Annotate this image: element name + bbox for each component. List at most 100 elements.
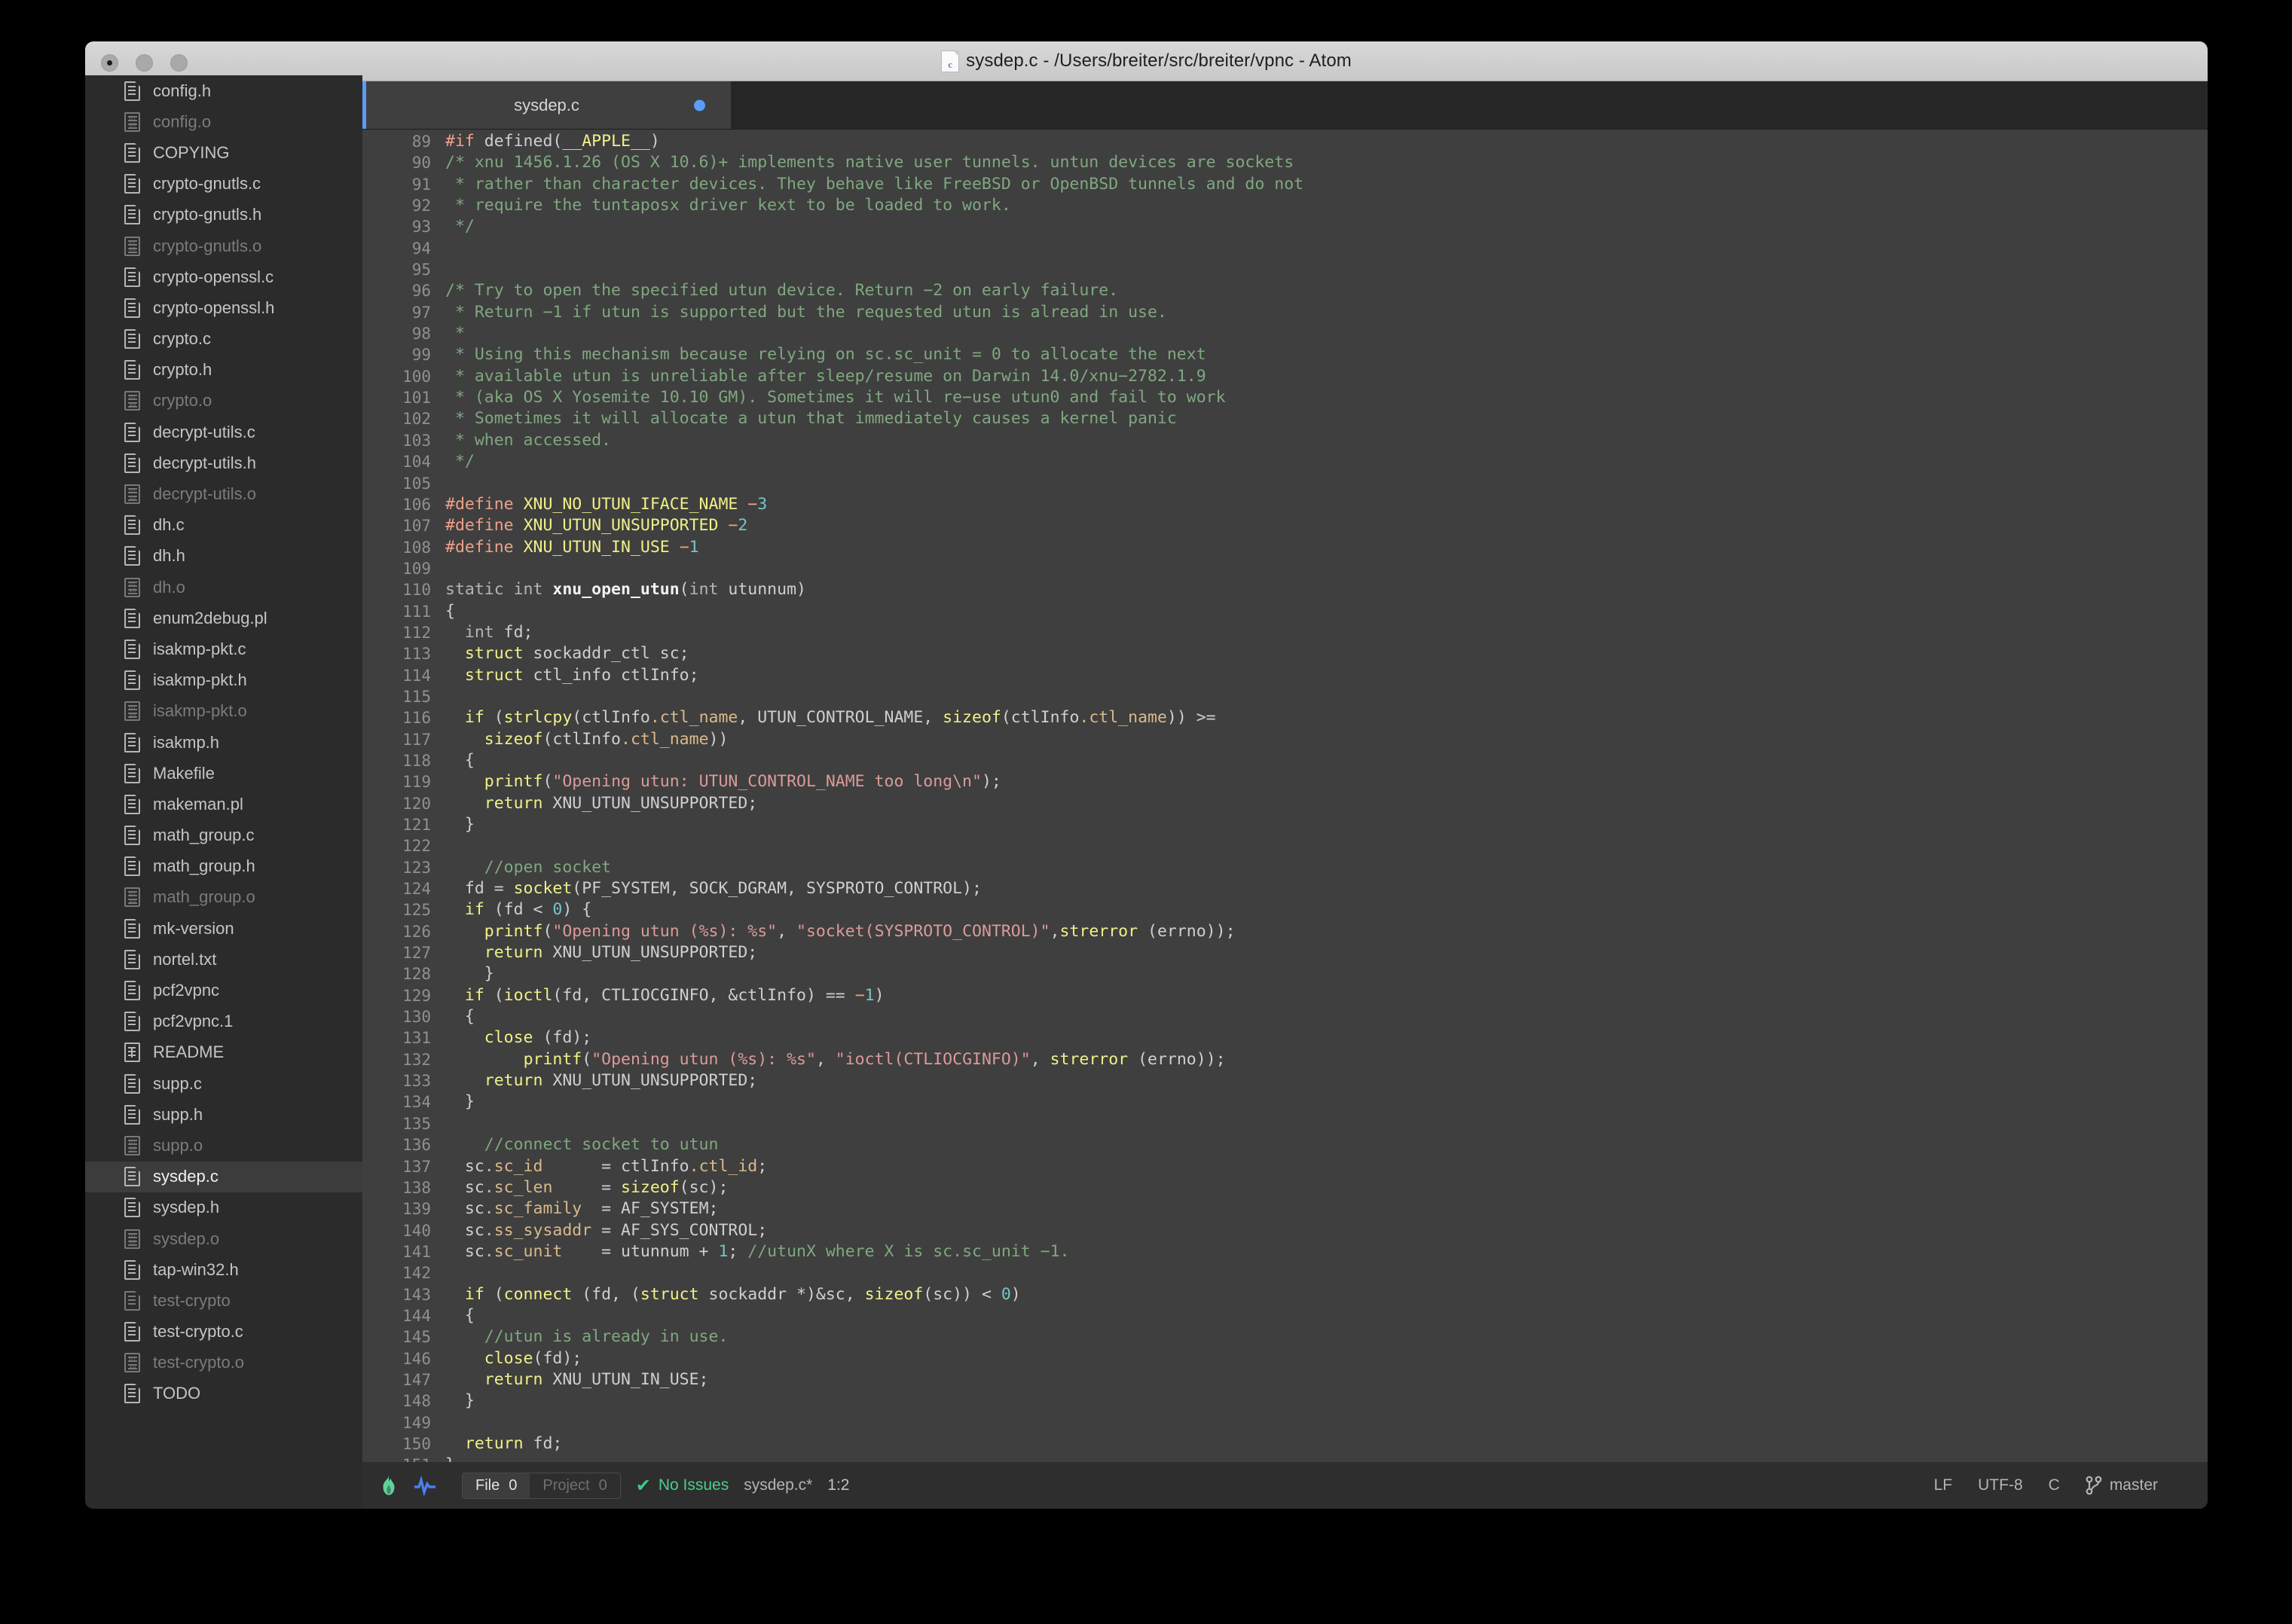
file-scope-button[interactable]: File 0	[463, 1473, 530, 1498]
tree-item-dh-c[interactable]: dh.c	[85, 510, 362, 541]
code-content[interactable]: fd = socket(PF_SYSTEM, SOCK_DGRAM, SYSPR…	[445, 878, 982, 899]
tree-item-dh-h[interactable]: dh.h	[85, 541, 362, 572]
code-content[interactable]: * when accessed.	[445, 430, 611, 451]
code-content[interactable]: }	[445, 814, 475, 835]
tree-item-math-group-h[interactable]: math_group.h	[85, 851, 362, 882]
pulse-icon[interactable]	[414, 1475, 436, 1496]
code-content[interactable]: }	[445, 1390, 475, 1412]
tree-item-todo[interactable]: TODO	[85, 1378, 362, 1409]
code-content[interactable]: return XNU_UTUN_UNSUPPORTED;	[445, 793, 757, 814]
project-file-tree[interactable]: config.h config.o COPYING crypto-gnutls.c cr…	[85, 75, 362, 1509]
git-branch-indicator[interactable]: master	[2086, 1475, 2158, 1496]
flame-icon[interactable]	[379, 1474, 399, 1497]
tree-item-supp-h[interactable]: supp.h	[85, 1099, 362, 1130]
code-content[interactable]: * Return −1 if utun is supported but the…	[445, 302, 1167, 323]
code-content[interactable]: close (fd);	[445, 1027, 591, 1049]
code-content[interactable]: struct ctl_info ctlInfo;	[445, 665, 699, 686]
tree-item-test-crypto[interactable]: test-crypto	[85, 1285, 362, 1316]
code-content[interactable]: * Using this mechanism because relying o…	[445, 344, 1206, 365]
code-content[interactable]: {	[445, 601, 455, 622]
code-content[interactable]: //open socket	[445, 857, 611, 878]
close-button[interactable]	[101, 54, 118, 72]
code-content[interactable]: sc.sc_id = ctlInfo.ctl_id;	[445, 1156, 767, 1177]
tree-item-supp-c[interactable]: supp.c	[85, 1068, 362, 1099]
tree-item-tap-win32-h[interactable]: tap-win32.h	[85, 1254, 362, 1285]
code-content[interactable]: *	[445, 323, 465, 344]
line-ending-selector[interactable]: LF	[1934, 1476, 1953, 1494]
tree-item-test-crypto-c[interactable]: test-crypto.c	[85, 1317, 362, 1348]
code-editor[interactable]: 89 #if defined(__APPLE__) 90/* xnu 1456.1.…	[362, 130, 2208, 1509]
tree-item-enum2debug-pl[interactable]: enum2debug.pl	[85, 603, 362, 633]
code-content[interactable]: * Sometimes it will allocate a utun that…	[445, 408, 1177, 429]
code-content[interactable]: {	[445, 750, 475, 771]
code-content[interactable]: * (aka OS X Yosemite 10.10 GM). Sometime…	[445, 387, 1226, 408]
code-content[interactable]: return XNU_UTUN_UNSUPPORTED;	[445, 1070, 757, 1091]
code-content[interactable]: if (fd < 0) {	[445, 899, 591, 920]
code-content[interactable]: int fd;	[445, 622, 533, 643]
code-content[interactable]: return XNU_UTUN_IN_USE;	[445, 1369, 709, 1390]
code-content[interactable]: printf("Opening utun (%s): %s", "socket(…	[445, 921, 1236, 942]
code-content[interactable]: #define XNU_UTUN_IN_USE −1	[445, 537, 699, 558]
tree-item-math-group-o[interactable]: math_group.o	[85, 882, 362, 913]
code-content[interactable]: sc.sc_unit = utunnum + 1; //utunX where …	[445, 1241, 1070, 1262]
tree-item-crypto-o[interactable]: crypto.o	[85, 386, 362, 417]
zoom-button[interactable]	[170, 54, 188, 72]
code-content[interactable]: if (ioctl(fd, CTLIOCGINFO, &ctlInfo) == …	[445, 985, 885, 1006]
tree-item-test-crypto-o[interactable]: test-crypto.o	[85, 1348, 362, 1378]
code-content[interactable]: /* xnu 1456.1.26 (OS X 10.6)+ implements…	[445, 152, 1294, 173]
code-content[interactable]: sc.sc_len = sizeof(sc);	[445, 1177, 729, 1198]
code-content[interactable]: /* Try to open the specified utun device…	[445, 280, 1118, 301]
code-content[interactable]: }	[445, 1091, 475, 1113]
code-content[interactable]: //connect socket to utun	[445, 1134, 719, 1155]
tree-item-sysdep-c[interactable]: sysdep.c	[85, 1161, 362, 1192]
cursor-position[interactable]: 1:2	[827, 1476, 849, 1494]
code-content[interactable]: #if defined(__APPLE__)	[445, 131, 660, 152]
code-content[interactable]: sc.ss_sysaddr = AF_SYS_CONTROL;	[445, 1220, 767, 1241]
tree-item-isakmp-h[interactable]: isakmp.h	[85, 727, 362, 758]
tab-sysdep-c[interactable]: sysdep.c	[362, 81, 731, 129]
tree-item-decrypt-utils-h[interactable]: decrypt-utils.h	[85, 447, 362, 478]
tab-modified-indicator[interactable]	[694, 99, 705, 111]
tree-item-crypto-c[interactable]: crypto.c	[85, 324, 362, 355]
tree-item-config-o[interactable]: config.o	[85, 106, 362, 137]
code-content[interactable]: return XNU_UTUN_UNSUPPORTED;	[445, 942, 757, 963]
code-content[interactable]: static int xnu_open_utun(int utunnum)	[445, 579, 806, 600]
code-content[interactable]: struct sockaddr_ctl sc;	[445, 643, 689, 664]
tree-item-crypto-openssl-c[interactable]: crypto-openssl.c	[85, 261, 362, 292]
tree-item-isakmp-pkt-c[interactable]: isakmp-pkt.c	[85, 633, 362, 664]
tree-item-decrypt-utils-o[interactable]: decrypt-utils.o	[85, 478, 362, 509]
code-content[interactable]: if (strlcpy(ctlInfo.ctl_name, UTUN_CONTR…	[445, 707, 1216, 728]
code-content[interactable]: * require the tuntaposx driver kext to b…	[445, 195, 1011, 216]
tree-item-crypto-openssl-h[interactable]: crypto-openssl.h	[85, 292, 362, 323]
code-content[interactable]: printf("Opening utun: UTUN_CONTROL_NAME …	[445, 771, 1001, 792]
code-content[interactable]: #define XNU_NO_UTUN_IFACE_NAME −3	[445, 494, 767, 515]
tree-item-sysdep-o[interactable]: sysdep.o	[85, 1223, 362, 1254]
code-content[interactable]: if (connect (fd, (struct sockaddr *)&sc,…	[445, 1284, 1021, 1305]
code-content[interactable]: return fd;	[445, 1433, 562, 1455]
tree-item-mk-version[interactable]: mk-version	[85, 913, 362, 944]
issue-scope-toggle[interactable]: File 0 Project 0	[462, 1472, 621, 1499]
tree-item-pcf2vpnc-1[interactable]: pcf2vpnc.1	[85, 1006, 362, 1037]
tree-item-dh-o[interactable]: dh.o	[85, 572, 362, 603]
code-content[interactable]: }	[445, 963, 494, 984]
code-content[interactable]: //utun is already in use.	[445, 1326, 729, 1348]
tree-item-nortel-txt[interactable]: nortel.txt	[85, 944, 362, 975]
tree-item-supp-o[interactable]: supp.o	[85, 1130, 362, 1161]
code-content[interactable]: */	[445, 451, 475, 472]
code-content[interactable]: */	[445, 216, 475, 237]
code-content[interactable]: sizeof(ctlInfo.ctl_name))	[445, 729, 729, 750]
tree-item-crypto-gnutls-h[interactable]: crypto-gnutls.h	[85, 200, 362, 230]
tree-item-decrypt-utils-c[interactable]: decrypt-utils.c	[85, 417, 362, 447]
tree-item-config-h[interactable]: config.h	[85, 75, 362, 106]
code-content[interactable]: #define XNU_UTUN_UNSUPPORTED −2	[445, 515, 747, 536]
tree-item-math-group-c[interactable]: math_group.c	[85, 820, 362, 851]
no-issues-indicator[interactable]: ✔ No Issues	[636, 1475, 729, 1497]
code-content[interactable]: {	[445, 1006, 475, 1027]
code-content[interactable]: close(fd);	[445, 1348, 582, 1369]
tree-item-copying[interactable]: COPYING	[85, 137, 362, 168]
code-content[interactable]: printf("Opening utun (%s): %s", "ioctl(C…	[445, 1049, 1226, 1070]
tree-item-crypto-gnutls-c[interactable]: crypto-gnutls.c	[85, 169, 362, 200]
tree-item-sysdep-h[interactable]: sysdep.h	[85, 1192, 362, 1223]
project-scope-button[interactable]: Project 0	[530, 1473, 619, 1498]
encoding-selector[interactable]: UTF-8	[1978, 1476, 2023, 1494]
